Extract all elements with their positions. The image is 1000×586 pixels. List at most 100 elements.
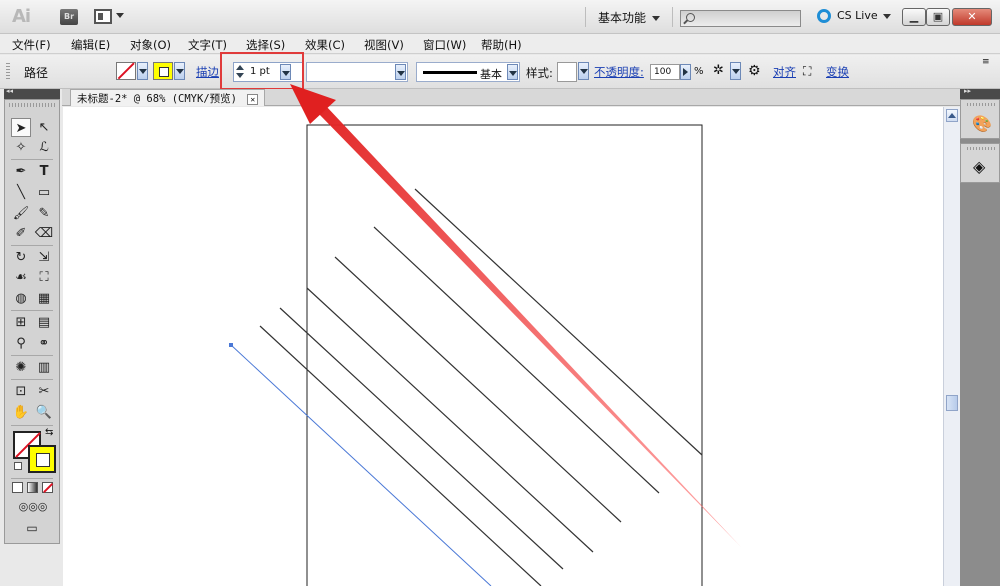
divider <box>11 159 53 160</box>
graphic-style-swatch[interactable] <box>557 62 577 82</box>
panel-menu-icon[interactable]: ≡ <box>982 57 998 73</box>
menu-bar: 文件(F) 编辑(E) 对象(O) 文字(T) 选择(S) 效果(C) 视图(V… <box>0 34 1000 54</box>
dock-collapse-bar[interactable] <box>960 87 1000 99</box>
transform-icon[interactable]: ⛶ <box>803 64 819 80</box>
paintbrush-tool-icon[interactable]: 🖌 <box>11 204 31 223</box>
chevron-down-icon <box>652 16 661 21</box>
menu-view[interactable]: 视图(V) <box>364 37 404 53</box>
anchor-point[interactable] <box>229 343 233 347</box>
brush-label: 基本 <box>480 68 502 81</box>
color-mode-icon[interactable] <box>12 482 23 493</box>
panel-grip[interactable] <box>6 63 10 81</box>
screen-mode-icon[interactable]: ▭ <box>22 519 42 538</box>
lasso-tool-icon[interactable]: ℒ <box>34 138 54 157</box>
recolor-dropdown-arrow[interactable] <box>730 62 741 80</box>
menu-window[interactable]: 窗口(W) <box>423 37 466 53</box>
shape-builder-tool-icon[interactable]: ◍ <box>11 289 31 308</box>
brush-dropdown-arrow[interactable] <box>507 64 518 80</box>
align-link[interactable]: 对齐 <box>773 64 796 80</box>
layers-panel-button[interactable]: ◈ <box>960 143 1000 183</box>
mesh-tool-icon[interactable]: ⊞ <box>11 313 31 332</box>
free-transform-tool-icon[interactable]: ⛶ <box>34 268 54 287</box>
opacity-flyout-arrow[interactable] <box>680 64 691 80</box>
opacity-input[interactable]: 100 <box>650 64 680 80</box>
color-panel-button[interactable]: 🎨 <box>960 99 1000 139</box>
fill-dropdown-arrow[interactable] <box>137 62 148 80</box>
stroke-color-box[interactable] <box>28 445 56 473</box>
menu-edit[interactable]: 编辑(E) <box>71 37 110 53</box>
close-icon: ✕ <box>967 10 977 23</box>
warp-tool-icon[interactable]: ☙ <box>11 268 31 287</box>
vertical-scrollbar[interactable] <box>943 107 960 586</box>
workspace-switcher[interactable]: 基本功能 <box>598 9 661 26</box>
scale-tool-icon[interactable]: ⇲ <box>34 248 54 267</box>
menu-file[interactable]: 文件(F) <box>12 37 51 53</box>
panel-grip[interactable] <box>9 103 55 107</box>
rectangle-tool-icon[interactable]: ▭ <box>34 183 54 202</box>
menu-select[interactable]: 选择(S) <box>246 37 285 53</box>
menu-object[interactable]: 对象(O) <box>130 37 171 53</box>
fill-color-swatch[interactable] <box>116 62 136 80</box>
hand-tool-icon[interactable]: ✋ <box>11 403 31 422</box>
help-search-input[interactable] <box>680 10 801 27</box>
rotate-tool-icon[interactable]: ↻ <box>11 248 31 267</box>
style-dropdown-arrow[interactable] <box>578 62 589 80</box>
variable-width-profile-select[interactable] <box>306 62 408 82</box>
menu-type[interactable]: 文字(T) <box>188 37 227 53</box>
drawing-mode-icon[interactable]: ◎◎◎ <box>11 497 55 516</box>
pencil-tool-icon[interactable]: ✎ <box>34 204 54 223</box>
close-button[interactable]: ✕ <box>952 8 992 26</box>
document-tab-title: 未标题-2* @ 68% (CMYK/预览) <box>77 93 237 105</box>
direct-selection-tool-icon[interactable]: ↖ <box>34 118 54 137</box>
restore-button[interactable]: ▣ <box>926 8 950 26</box>
swap-colors-icon[interactable]: ⇆ <box>45 427 53 438</box>
perspective-grid-tool-icon[interactable]: ▦ <box>34 289 54 308</box>
type-tool-icon[interactable]: T <box>34 162 54 181</box>
close-tab-icon[interactable]: ✕ <box>247 93 259 105</box>
gradient-tool-icon[interactable]: ▤ <box>34 313 54 332</box>
document-canvas[interactable] <box>63 107 943 586</box>
menu-effect[interactable]: 效果(C) <box>305 37 345 53</box>
eraser-tool-icon[interactable]: ⌫ <box>34 224 54 243</box>
artboard[interactable] <box>306 124 703 586</box>
scroll-up-button[interactable] <box>946 109 958 122</box>
arrange-documents-button[interactable] <box>94 9 126 25</box>
profile-dropdown-arrow[interactable] <box>395 64 406 80</box>
panel-grip <box>967 103 995 106</box>
blob-brush-tool-icon[interactable]: ✐ <box>11 224 31 243</box>
zoom-tool-icon[interactable]: 🔍 <box>34 403 54 422</box>
magic-wand-tool-icon[interactable]: ✧ <box>11 138 31 157</box>
artboard-tool-icon[interactable]: ⊡ <box>11 382 31 401</box>
slice-tool-icon[interactable]: ✂ <box>34 382 54 401</box>
transform-link[interactable]: 变换 <box>826 64 849 80</box>
document-tab[interactable]: 未标题-2* @ 68% (CMYK/预览) ✕ <box>70 89 266 106</box>
cs-live-menu[interactable]: CS Live <box>817 9 891 23</box>
stroke-color-swatch[interactable] <box>153 62 173 80</box>
pen-tool-icon[interactable]: ✒ <box>11 162 31 181</box>
recolor-icon[interactable]: ✲ <box>713 63 729 79</box>
stroke-dropdown-arrow[interactable] <box>174 62 185 80</box>
none-mode-icon[interactable] <box>42 482 53 493</box>
stroke-panel-link[interactable]: 描边 <box>196 64 219 80</box>
isolate-icon[interactable]: ⚙ <box>748 63 764 79</box>
gradient-mode-icon[interactable] <box>27 482 38 493</box>
percent-label: % <box>694 66 704 77</box>
line-tool-icon[interactable]: ╲ <box>11 183 31 202</box>
blend-tool-icon[interactable]: ⚭ <box>34 334 54 353</box>
panel-grip <box>967 147 995 150</box>
app-logo: Ai <box>12 6 31 27</box>
scroll-thumb[interactable] <box>946 395 958 411</box>
divider <box>11 245 53 246</box>
column-graph-tool-icon[interactable]: ▥ <box>34 358 54 377</box>
minimize-button[interactable]: ▁ <box>902 8 926 26</box>
tools-collapse-bar[interactable] <box>4 87 60 99</box>
brush-definition-select[interactable]: 基本 <box>416 62 520 82</box>
opacity-link[interactable]: 不透明度: <box>594 64 644 80</box>
divider <box>11 478 53 479</box>
default-colors-icon[interactable] <box>14 462 22 470</box>
selection-tool-icon[interactable]: ➤ <box>11 118 31 137</box>
bridge-button[interactable]: Br <box>60 9 78 25</box>
menu-help[interactable]: 帮助(H) <box>481 37 522 53</box>
eyedropper-tool-icon[interactable]: ⚲ <box>11 334 31 353</box>
symbol-sprayer-tool-icon[interactable]: ✺ <box>11 358 31 377</box>
